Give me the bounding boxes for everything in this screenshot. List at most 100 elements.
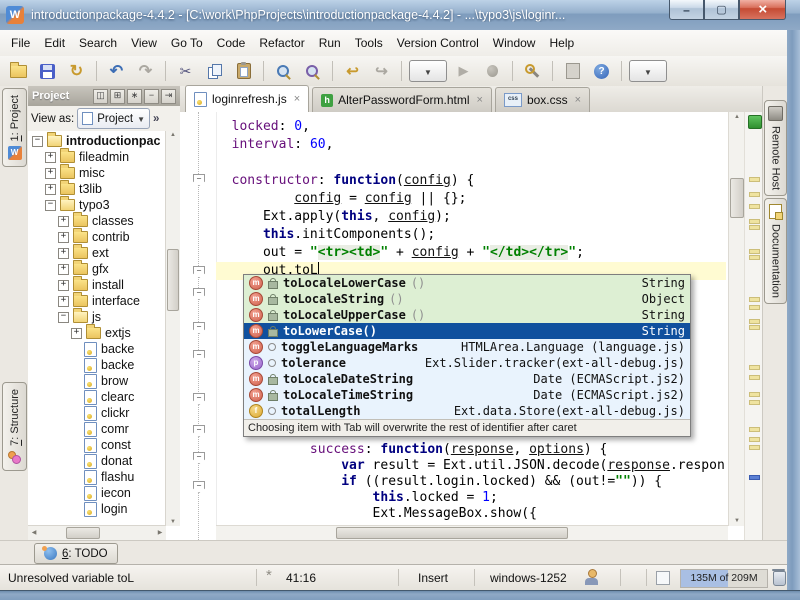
warning-stripe-mark[interactable] (749, 305, 760, 310)
tree-item-misc[interactable]: +misc (28, 165, 166, 181)
expander-plus-icon[interactable]: + (45, 168, 56, 179)
warning-stripe-mark[interactable] (749, 177, 760, 182)
warning-stripe-mark[interactable] (749, 219, 760, 224)
project-tool-button[interactable]: 1: Project W (2, 88, 27, 167)
close-icon[interactable]: × (477, 94, 483, 106)
back-button[interactable] (340, 59, 365, 83)
maximize-button[interactable] (704, 0, 739, 20)
tree-item-ext[interactable]: +ext (28, 245, 166, 261)
tree-item-typo3[interactable]: −typo3 (28, 197, 166, 213)
tree-item-login[interactable]: login (28, 501, 166, 517)
hide-icon[interactable]: ⇥ (161, 89, 176, 104)
debug-button[interactable] (480, 59, 505, 83)
scroll-left-icon[interactable]: ◀ (30, 529, 38, 536)
toolbar-more-combo[interactable] (629, 60, 667, 82)
open-folder-button[interactable] (6, 59, 31, 83)
expander-plus-icon[interactable]: + (58, 248, 69, 259)
scroll-down-icon[interactable]: ▼ (166, 519, 180, 525)
todo-tool-button[interactable]: 6: TODO (34, 543, 118, 564)
fold-marker-icon[interactable]: − (193, 288, 205, 300)
fold-marker-icon[interactable]: − (193, 266, 205, 278)
warning-stripe-mark[interactable] (749, 375, 760, 380)
expander-minus-icon[interactable]: − (45, 200, 56, 211)
menu-tools[interactable]: Tools (348, 33, 390, 53)
remote-host-tool-button[interactable]: Remote Host (764, 100, 787, 196)
warning-stripe-mark[interactable] (749, 319, 760, 324)
tree-item-backe[interactable]: backe (28, 341, 166, 357)
scrollbar-thumb[interactable] (336, 527, 568, 539)
readonly-checkbox[interactable] (656, 571, 670, 585)
menu-refactor[interactable]: Refactor (252, 33, 311, 53)
warning-stripe-mark[interactable] (749, 437, 760, 442)
tab-AlterPasswordForm.html[interactable]: AlterPasswordForm.html× (312, 87, 492, 112)
warning-stripe-mark[interactable] (749, 249, 760, 254)
tree-item-iecon[interactable]: iecon (28, 485, 166, 501)
garbage-collect-icon[interactable] (773, 571, 786, 586)
completion-item-toLocaleUpperCase[interactable]: mtoLocaleUpperCase()String (244, 307, 690, 323)
close-button[interactable] (739, 0, 786, 20)
menu-code[interactable]: Code (210, 33, 253, 53)
menu-file[interactable]: File (4, 33, 37, 53)
tab-box.css[interactable]: box.css× (495, 87, 590, 112)
close-icon[interactable]: × (294, 93, 300, 105)
fold-marker-icon[interactable]: − (193, 174, 205, 186)
tree-item-brow[interactable]: brow (28, 373, 166, 389)
tree-item-const[interactable]: const (28, 437, 166, 453)
warning-stripe-mark[interactable] (749, 445, 760, 450)
tree-item-fileadmin[interactable]: +fileadmin (28, 149, 166, 165)
project-vertical-scrollbar[interactable]: ▲ ▼ (165, 131, 180, 526)
completion-item-toLocaleString[interactable]: mtoLocaleString()Object (244, 291, 690, 307)
tree-item-js[interactable]: −js (28, 309, 166, 325)
minimize-icon[interactable]: − (144, 89, 159, 104)
tree-item-contrib[interactable]: +contrib (28, 229, 166, 245)
menu-go-to[interactable]: Go To (164, 33, 210, 53)
completion-item-toLocaleTimeString[interactable]: mtoLocaleTimeStringDate (ECMAScript.js2) (244, 387, 690, 403)
scrollbar-thumb[interactable] (730, 178, 744, 218)
expander-plus-icon[interactable]: + (58, 280, 69, 291)
menu-run[interactable]: Run (312, 33, 348, 53)
warning-stripe-mark[interactable] (749, 255, 760, 260)
file-encoding[interactable]: windows-1252 (490, 571, 567, 585)
help-button[interactable] (589, 59, 614, 83)
tree-item-t3lib[interactable]: +t3lib (28, 181, 166, 197)
warning-stripe-mark[interactable] (749, 297, 760, 302)
completion-item-totalLength[interactable]: ftotalLengthExt.data.Store(ext-all-debug… (244, 403, 690, 419)
float-window-icon[interactable]: ◫ (93, 89, 108, 104)
scroll-up-icon[interactable]: ▲ (729, 114, 745, 120)
tree-item-clearc[interactable]: clearc (28, 389, 166, 405)
completion-item-tolerance[interactable]: ptoleranceExt.Slider.tracker(ext-all-deb… (244, 355, 690, 371)
view-mode-combo[interactable]: Project (77, 108, 150, 129)
menu-view[interactable]: View (124, 33, 164, 53)
fold-marker-icon[interactable]: − (193, 425, 205, 437)
menu-help[interactable]: Help (542, 33, 581, 53)
editor[interactable]: −−−−−−−−− locked: 0, interval: 60, const… (180, 112, 762, 540)
scroll-up-icon[interactable]: ▲ (166, 132, 180, 138)
expander-plus-icon[interactable]: + (58, 216, 69, 227)
tab-loginrefresh.js[interactable]: loginrefresh.js× (185, 85, 309, 112)
tree-item-extjs[interactable]: +extjs (28, 325, 166, 341)
tree-item-clickr[interactable]: clickr (28, 405, 166, 421)
structure-tool-button[interactable]: 7: Structure (2, 382, 27, 471)
expand-chevrons-icon[interactable]: » (153, 113, 159, 125)
project-horizontal-scrollbar[interactable]: ◀ ▶ (28, 525, 166, 540)
menu-search[interactable]: Search (72, 33, 124, 53)
warning-stripe-mark[interactable] (749, 392, 760, 397)
paste-button[interactable] (231, 59, 256, 83)
copy-button[interactable] (202, 59, 227, 83)
scroll-down-icon[interactable]: ▼ (729, 518, 745, 524)
fold-marker-icon[interactable]: − (193, 350, 205, 362)
info-stripe-mark[interactable] (749, 475, 760, 480)
fold-marker-icon[interactable]: − (193, 481, 205, 493)
expander-plus-icon[interactable]: + (45, 152, 56, 163)
warning-stripe-mark[interactable] (749, 204, 760, 209)
completion-item-toggleLanguageMarks[interactable]: mtoggleLanguageMarksHTMLArea.Language (l… (244, 339, 690, 355)
tree-item-classes[interactable]: +classes (28, 213, 166, 229)
run-button[interactable] (451, 59, 476, 83)
scroll-right-icon[interactable]: ▶ (156, 529, 164, 536)
scrollbar-thumb[interactable] (167, 249, 179, 311)
cut-button[interactable] (173, 59, 198, 83)
documentation-tool-button[interactable]: Documentation (764, 198, 787, 304)
sync-button[interactable] (64, 59, 89, 83)
find-in-path-button[interactable] (300, 59, 325, 83)
close-icon[interactable]: × (575, 94, 581, 106)
